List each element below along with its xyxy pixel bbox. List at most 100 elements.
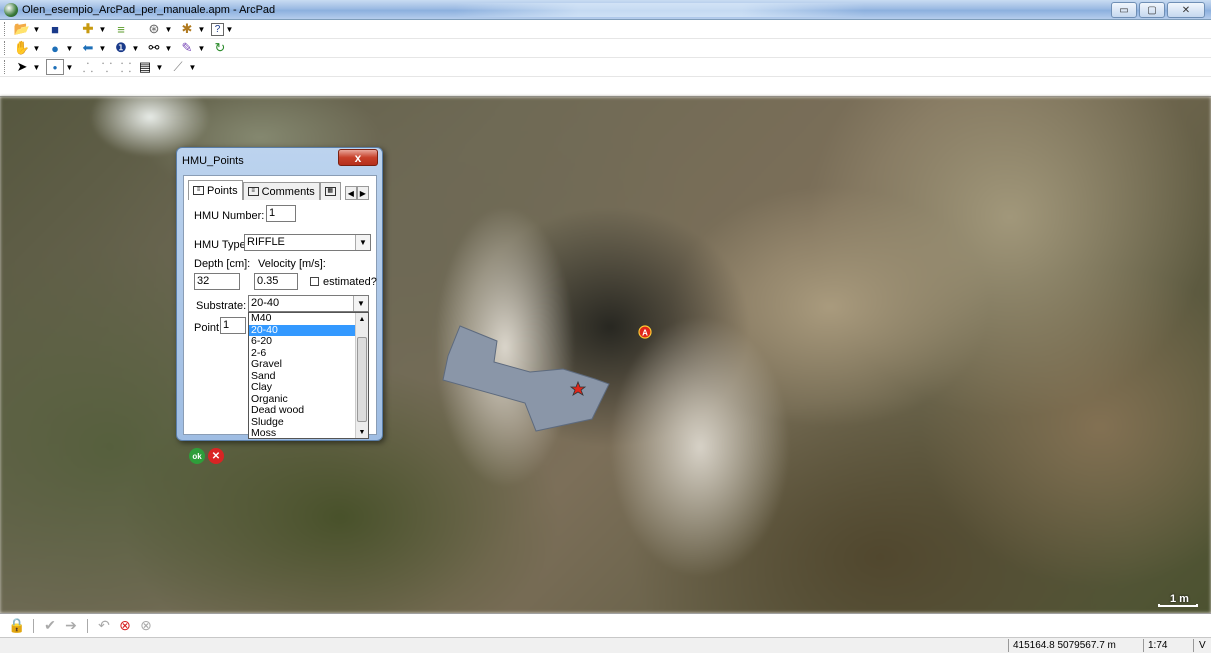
dialog-title: HMU_Points (182, 155, 244, 167)
zoom-globe-icon[interactable]: ● (46, 40, 64, 56)
dialog-close-button[interactable]: x (338, 149, 378, 166)
velocity-field[interactable]: 0.35 (254, 273, 298, 290)
minimize-button[interactable]: ▭ (1111, 2, 1137, 18)
layers-icon[interactable]: ≡ (112, 21, 130, 37)
find-binoculars-icon[interactable]: ⚯ (145, 40, 163, 56)
maximize-button[interactable]: ▢ (1139, 2, 1165, 18)
chevron-down-icon[interactable]: ▼ (65, 63, 74, 72)
substrate-option[interactable]: Clay (249, 381, 368, 394)
scroll-down-icon[interactable]: ▼ (356, 426, 368, 438)
add-layer-icon[interactable]: ✚ (79, 21, 97, 37)
chevron-down-icon[interactable]: ▼ (225, 25, 234, 34)
window-title: Olen_esempio_ArcPad_per_manuale.apm - Ar… (22, 3, 276, 16)
select-arrow-icon[interactable]: ➤ (13, 59, 31, 75)
substrate-dropdown-list[interactable]: M40 20-40 6-20 2-6 Gravel Sand Clay Organic Dead… (248, 312, 369, 439)
tab-table[interactable]: ▦ (319, 182, 341, 200)
status-coordinates: 415164.8 5079567.7 m (1013, 640, 1116, 651)
delete-red-icon[interactable]: ⊗ (116, 617, 134, 635)
chevron-down-icon[interactable]: ▼ (32, 44, 41, 53)
toolbar-grip[interactable] (4, 60, 7, 74)
close-button[interactable]: ✕ (1167, 2, 1205, 18)
window-controls: ▭ ▢ ✕ (1111, 2, 1205, 18)
back-arrow-icon[interactable]: ⬅ (79, 40, 97, 56)
attributes-form-icon[interactable]: ▤ (136, 59, 154, 75)
toolbar-grip[interactable] (4, 41, 7, 55)
chevron-down-icon[interactable]: ▼ (155, 63, 164, 72)
tab-comments-label: Comments (261, 185, 315, 198)
gps-marker[interactable]: A (638, 325, 652, 339)
hmu-number-field[interactable]: 1 (266, 205, 296, 222)
pan-hand-icon[interactable]: ✋ (13, 40, 31, 56)
undo-icon[interactable]: ↶ (95, 617, 113, 635)
scroll-up-icon[interactable]: ▲ (356, 313, 368, 325)
point-label: Point: (194, 322, 223, 334)
refresh-icon[interactable]: ↻ (211, 40, 229, 56)
table-icon: ▦ (324, 187, 336, 196)
hmu-type-label: HMU Type: (194, 239, 249, 251)
depth-label: Depth [cm]: (194, 258, 251, 270)
edit-pen-icon[interactable]: ✎ (178, 40, 196, 56)
scroll-thumb[interactable] (357, 337, 367, 422)
check-circle-icon[interactable]: ✔ (41, 617, 59, 635)
chevron-down-icon[interactable]: ▼ (164, 44, 173, 53)
chevron-down-icon[interactable]: ▼ (98, 44, 107, 53)
substrate-option[interactable]: Dead wood (249, 404, 368, 417)
habitat-polygon[interactable] (442, 325, 610, 432)
estimated-checkbox[interactable] (310, 277, 319, 286)
velocity-label: Velocity [m/s]: (258, 258, 326, 270)
chevron-down-icon[interactable]: ▼ (188, 63, 197, 72)
chevron-down-icon[interactable]: ▼ (197, 44, 206, 53)
hmu-points-dialog[interactable]: HMU_Points x ≡ Points ≡ Comments ▦ ◀ ▶ H… (176, 147, 383, 464)
tab-points-label: Points (207, 184, 238, 197)
divider (33, 618, 34, 633)
gps-icon[interactable]: ⊛ (145, 21, 163, 37)
substrate-option[interactable]: Gravel (249, 358, 368, 371)
substrate-option[interactable]: M40 (249, 313, 368, 325)
tools-icon[interactable]: ✱ (178, 21, 196, 37)
help-icon[interactable]: ? (211, 22, 224, 36)
chevron-down-icon[interactable]: ▼ (32, 63, 41, 72)
status-scale: 1:74 (1148, 640, 1168, 651)
hmu-number-label: HMU Number: (194, 210, 265, 222)
list-scrollbar[interactable]: ▲ ▼ (355, 313, 368, 438)
lock-icon[interactable]: 🔒 (8, 617, 26, 635)
toolbar-grip[interactable] (4, 22, 7, 36)
chevron-down-icon[interactable]: ▼ (131, 44, 140, 53)
cancel-circle-icon[interactable]: ⊗ (137, 617, 155, 635)
tab-scroll-left-icon[interactable]: ◀ (344, 186, 357, 200)
taskbar-blur (455, 3, 865, 17)
open-folder-icon[interactable]: 📂 (13, 21, 31, 37)
chevron-down-icon[interactable]: ▼ (65, 44, 74, 53)
substrate-value: 20-40 (251, 297, 280, 309)
depth-field[interactable]: 32 (194, 273, 240, 290)
toolbar-edit: ➤ ▼ ● ▼ ⸫ ⸪ ⸬ ▤ ▼ ⟋ ▼ (0, 58, 1211, 77)
scale-bar: 1 m (1158, 593, 1198, 607)
point-field[interactable]: 1 (220, 317, 246, 334)
line-tool-icon[interactable]: ⟋ (169, 59, 187, 75)
vertex-add-icon[interactable]: ⸪ (98, 59, 116, 75)
chevron-down-icon[interactable]: ▼ (355, 235, 370, 250)
chevron-down-icon[interactable]: ▼ (353, 296, 368, 311)
ok-button[interactable]: ok (189, 448, 205, 464)
point-tool-icon[interactable]: ● (46, 59, 64, 75)
dialog-body: ≡ Points ≡ Comments ▦ ◀ ▶ HMU Number: 1 … (183, 175, 377, 464)
toolbars: 📂 ▼ ■ ✚ ▼ ≡ ⊛ ▼ ✱ ▼ ? ▼ ✋ ▼ ● ▼ ⬅ ▼ ❶ ▼ ⚯ ▼ ✎ ▼ ↻ ➤… (0, 20, 1211, 97)
chevron-down-icon[interactable]: ▼ (98, 25, 107, 34)
forward-circle-icon[interactable]: ➔ (62, 617, 80, 635)
vertex-move-icon[interactable]: ⸬ (117, 59, 135, 75)
tab-comments[interactable]: ≡ Comments (242, 182, 320, 200)
substrate-select[interactable]: 20-40 ▼ (248, 295, 369, 312)
cancel-button[interactable]: ✕ (208, 448, 224, 464)
hmu-type-select[interactable]: RIFFLE ▼ (244, 234, 371, 251)
save-icon[interactable]: ■ (46, 21, 64, 37)
tab-scroll-right-icon[interactable]: ▶ (356, 186, 369, 200)
chevron-down-icon[interactable]: ▼ (197, 25, 206, 34)
substrate-option[interactable]: Moss (249, 427, 368, 438)
identify-icon[interactable]: ❶ (112, 40, 130, 56)
chevron-down-icon[interactable]: ▼ (32, 25, 41, 34)
tab-points[interactable]: ≡ Points (188, 180, 243, 200)
form-icon: ≡ (193, 186, 204, 195)
substrate-option[interactable]: 6-20 (249, 335, 368, 348)
chevron-down-icon[interactable]: ▼ (164, 25, 173, 34)
vertex-icon[interactable]: ⸫ (79, 59, 97, 75)
